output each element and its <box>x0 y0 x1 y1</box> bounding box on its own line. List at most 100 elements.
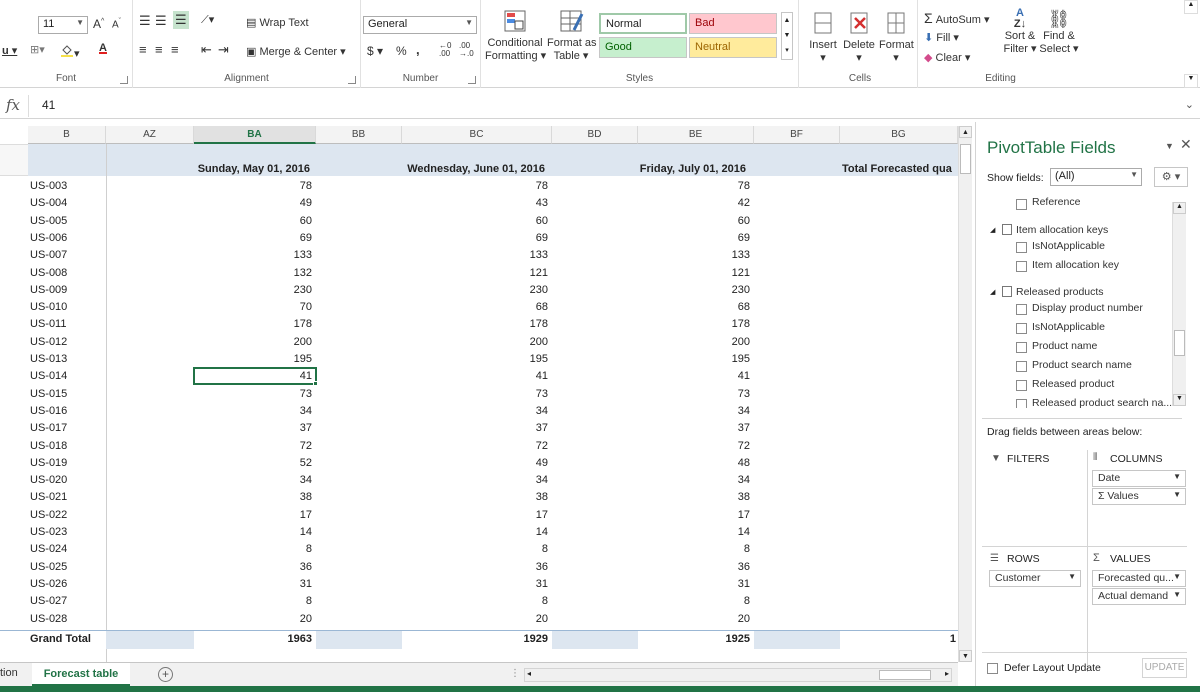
value-cell-jun[interactable]: 60 <box>402 213 548 230</box>
col-header-ba[interactable]: BA <box>194 126 316 144</box>
row-customer-cell[interactable]: US-017 <box>30 420 106 437</box>
value-cell-jun[interactable]: 73 <box>402 386 548 403</box>
value-cell-may[interactable]: 178 <box>194 316 312 333</box>
pane-menu-icon[interactable]: ▼ <box>1165 141 1174 151</box>
value-cell-may[interactable]: 49 <box>194 195 312 212</box>
row-customer-cell[interactable]: US-021 <box>30 489 106 506</box>
row-customer-cell[interactable]: US-026 <box>30 576 106 593</box>
col-header-az[interactable]: AZ <box>106 126 194 144</box>
value-cell-jun[interactable]: 17 <box>402 507 548 524</box>
row-customer-cell[interactable]: US-016 <box>30 403 106 420</box>
field-list-scrollbar[interactable]: ▲ ▼ <box>1172 202 1186 406</box>
value-cell-jul[interactable]: 230 <box>638 282 750 299</box>
dialog-launcher-icon[interactable] <box>348 76 356 84</box>
decrease-indent-icon[interactable]: ⇤ <box>201 42 212 58</box>
align-left-icon[interactable]: ≡ <box>139 42 147 57</box>
grand-total-jul[interactable]: 1925 <box>638 631 750 648</box>
align-bottom-icon[interactable]: ☰ <box>173 11 189 29</box>
value-cell-jul[interactable]: 121 <box>638 265 750 282</box>
rows-item-customer[interactable]: Customer ▼ <box>989 570 1081 587</box>
delete-button[interactable]: Delete ▾ <box>843 10 875 64</box>
value-cell-jun[interactable]: 230 <box>402 282 548 299</box>
value-cell-may[interactable]: 73 <box>194 386 312 403</box>
value-cell-jul[interactable]: 36 <box>638 559 750 576</box>
row-customer-cell[interactable]: US-015 <box>30 386 106 403</box>
row-customer-cell[interactable]: US-005 <box>30 213 106 230</box>
value-cell-may[interactable]: 31 <box>194 576 312 593</box>
columns-item-date[interactable]: Date ▼ <box>1092 470 1186 487</box>
value-cell-jun[interactable]: 72 <box>402 438 548 455</box>
formula-input[interactable]: 41 <box>42 98 55 112</box>
value-cell-jul[interactable]: 42 <box>638 195 750 212</box>
value-cell-jul[interactable]: 8 <box>638 541 750 558</box>
value-cell-may[interactable]: 34 <box>194 403 312 420</box>
value-cell-jul[interactable]: 200 <box>638 334 750 351</box>
value-cell-jun[interactable]: 31 <box>402 576 548 593</box>
show-fields-select[interactable]: (All) ▼ <box>1050 168 1142 186</box>
value-cell-jul[interactable]: 34 <box>638 403 750 420</box>
value-cell-may[interactable]: 69 <box>194 230 312 247</box>
value-cell-jun[interactable]: 121 <box>402 265 548 282</box>
value-cell-jun[interactable]: 43 <box>402 195 548 212</box>
value-cell-may[interactable]: 60 <box>194 213 312 230</box>
value-cell-jul[interactable]: 72 <box>638 438 750 455</box>
value-cell-jun[interactable]: 34 <box>402 472 548 489</box>
increase-decimal-icon[interactable]: ←0.00 <box>439 42 451 58</box>
row-customer-cell[interactable]: US-018 <box>30 438 106 455</box>
value-cell-jul[interactable]: 34 <box>638 472 750 489</box>
expand-formula-icon[interactable]: ⌄ <box>1185 98 1194 111</box>
font-size-select[interactable]: 11 ▼ <box>38 16 88 34</box>
merge-center-button[interactable]: ▣ Merge & Center ▾ <box>246 45 346 58</box>
value-cell-may[interactable]: 38 <box>194 489 312 506</box>
update-button[interactable]: UPDATE <box>1142 658 1187 678</box>
grid-vertical-scrollbar[interactable]: ▲ ▼ <box>958 126 972 662</box>
value-cell-may[interactable]: 52 <box>194 455 312 472</box>
fx-icon[interactable]: fx <box>6 96 20 114</box>
value-cell-jun[interactable]: 200 <box>402 334 548 351</box>
value-cell-jul[interactable]: 195 <box>638 351 750 368</box>
field-group-released-products[interactable]: Released products <box>1016 286 1104 298</box>
field-checkbox[interactable] <box>1016 323 1027 334</box>
value-cell-jun[interactable]: 37 <box>402 420 548 437</box>
scroll-right-icon[interactable]: ▸ <box>945 669 949 678</box>
value-cell-may[interactable]: 8 <box>194 593 312 610</box>
decrease-decimal-icon[interactable]: .00 →.0 <box>459 42 474 58</box>
scroll-thumb[interactable] <box>960 144 971 174</box>
scroll-down-icon[interactable]: ▼ <box>959 650 972 662</box>
value-cell-jun[interactable]: 34 <box>402 403 548 420</box>
field-checkbox[interactable] <box>1016 399 1027 408</box>
pane-tools-button[interactable]: ⚙ ▾ <box>1154 167 1188 187</box>
row-customer-cell[interactable]: US-013 <box>30 351 106 368</box>
value-cell-jun[interactable]: 36 <box>402 559 548 576</box>
value-cell-jun[interactable]: 68 <box>402 299 548 316</box>
increase-indent-icon[interactable]: ⇥ <box>218 42 229 58</box>
dialog-launcher-icon[interactable] <box>468 76 476 84</box>
field-checkbox[interactable] <box>1016 304 1027 315</box>
value-cell-jun[interactable]: 20 <box>402 611 548 628</box>
field-released-product[interactable]: Released product <box>1032 378 1114 390</box>
styles-scroll[interactable]: ▲ ▼ ▾ <box>781 12 793 60</box>
row-customer-cell[interactable]: US-014 <box>30 368 106 385</box>
grow-font-button[interactable]: A^ <box>93 17 104 31</box>
row-customer-cell[interactable]: US-009 <box>30 282 106 299</box>
values-item-forecasted[interactable]: Forecasted qu... ▼ <box>1092 570 1186 587</box>
align-top-icon[interactable]: ☰ <box>139 13 151 29</box>
columns-item-values[interactable]: Σ Values ▼ <box>1092 488 1186 505</box>
style-bad[interactable]: Bad <box>689 13 777 34</box>
worksheet-grid[interactable]: B AZ BA BB BC BD BE BF BG Sunday, May 01… <box>0 122 958 662</box>
value-cell-jun[interactable]: 69 <box>402 230 548 247</box>
wrap-text-button[interactable]: ▤ Wrap Text <box>246 16 309 29</box>
percent-button[interactable]: % <box>396 44 407 58</box>
value-cell-jun[interactable]: 38 <box>402 489 548 506</box>
field-checkbox[interactable] <box>1016 242 1027 253</box>
active-cell[interactable] <box>193 367 317 385</box>
value-cell-jul[interactable]: 31 <box>638 576 750 593</box>
grand-total-jun[interactable]: 1929 <box>402 631 548 648</box>
row-customer-cell[interactable]: US-019 <box>30 455 106 472</box>
value-cell-jul[interactable]: 48 <box>638 455 750 472</box>
scroll-down-icon[interactable]: ▼ <box>1173 394 1186 406</box>
row-customer-cell[interactable]: US-024 <box>30 541 106 558</box>
value-cell-may[interactable]: 72 <box>194 438 312 455</box>
clear-button[interactable]: ◆ Clear ▾ <box>924 51 970 64</box>
field-checkbox[interactable] <box>1016 342 1027 353</box>
